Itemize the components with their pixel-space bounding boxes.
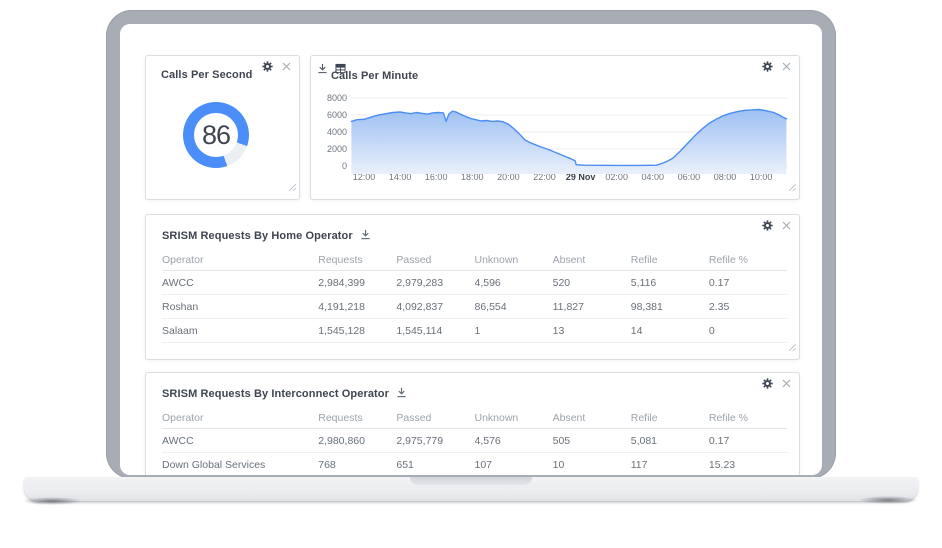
table-cell: 1,545,114 [396,324,443,337]
table-cell: 0 [708,324,715,337]
close-icon[interactable] [782,379,791,388]
widget-calls-per-minute: Calls Per Minute 8000 6000 4000 2000 0 12:00 1… [310,55,800,200]
column-header: Absent [552,411,586,424]
table-row: AWCC 2,984,399 2,979,283 4,596 520 5,116 0.17 [162,271,787,295]
download-icon[interactable] [360,227,371,245]
column-header: Refile [630,253,658,266]
table-title: SRISM Requests By Home Operator [162,230,353,242]
calls-per-second-gauge: 86 [183,102,249,168]
table-cell: 2,980,860 [318,434,365,447]
download-icon[interactable] [317,61,328,79]
column-header: Absent [552,253,586,266]
svg-text:2000: 2000 [327,144,347,154]
table-cell: 520 [552,276,571,289]
table-cell: AWCC [162,434,194,447]
column-header: Refile % [708,411,748,424]
calls-per-minute-chart: 8000600040002000012:00 14:00 16:00 18:00 20:… [327,94,788,182]
table-cell: 0.17 [708,434,730,447]
home-operator-table: Operator Requests Passed Unknown Absent Refil… [162,249,787,343]
laptop-screen-bezel: Calls Per Second 86 Calls Per Minute 800… [106,10,836,479]
resize-handle-icon[interactable] [787,338,797,356]
widget-title: Calls Per Second [161,69,253,81]
table-cell: 107 [474,458,493,471]
laptop-foot-shadow-right [858,496,918,504]
svg-text:4000: 4000 [327,127,347,137]
column-header: Requests [318,411,363,424]
svg-text:8000: 8000 [327,94,347,103]
table-cell: 768 [318,458,336,471]
table-row: Roshan 4,191,218 4,092,837 86,554 11,827 98,3… [162,295,787,319]
column-header: Refile % [708,253,748,266]
svg-text:0: 0 [342,161,347,171]
table-cell: 86,554 [474,300,507,313]
resize-handle-icon[interactable] [287,178,297,196]
column-header: Unknown [474,411,519,424]
table-cell: 4,191,218 [318,300,365,313]
table-cell: 2,979,283 [396,276,444,289]
table-cell: Roshan [162,300,199,313]
table-cell: 2,975,779 [396,434,444,447]
widget-calls-per-second: Calls Per Second 86 [145,55,300,200]
table-cell: 4,576 [474,434,501,447]
table-cell: 13 [552,324,565,337]
widget-home-operator-table: SRISM Requests By Home Operator Operator… [145,214,800,360]
page-background: Calls Per Second 86 Calls Per Minute 800… [0,0,942,548]
table-cell: Down Global Services [162,458,266,471]
table-cell: 14 [630,324,643,337]
table-cell: 98,381 [630,300,663,313]
gauge-value: 86 [201,119,231,150]
column-header: Operator [162,411,204,424]
column-header: Operator [162,253,204,266]
table-row: Down Global Services 768 651 107 10 117 15.23 [162,453,787,475]
close-icon[interactable] [782,62,791,71]
table-cell: 11,827 [552,300,584,313]
table-cell: 651 [396,458,414,471]
table-cell: 1 [474,324,481,337]
table-cell: 5,116 [630,276,657,289]
close-icon[interactable] [782,221,791,230]
svg-text:6000: 6000 [327,110,347,120]
table-cell: 4,596 [474,276,501,289]
gear-icon[interactable] [262,61,273,72]
download-icon[interactable] [396,385,407,403]
interconnect-operator-table: Operator Requests Passed Unknown Absent Refil… [162,407,787,475]
table-view-icon[interactable] [335,61,346,79]
table-cell: 4,092,837 [396,300,444,313]
column-header: Unknown [474,253,519,266]
laptop-base [24,477,918,501]
dashboard-screen: Calls Per Second 86 Calls Per Minute 800… [120,24,822,475]
close-icon[interactable] [282,62,291,71]
table-header-row: Operator Requests Passed Unknown Absent Refil… [162,249,787,271]
table-title: SRISM Requests By Interconnect Operator [162,388,390,400]
laptop-foot-shadow-left [22,497,82,505]
table-cell: 10 [552,458,565,471]
resize-handle-icon[interactable] [787,178,797,196]
column-header: Passed [396,253,432,266]
column-header: Passed [396,411,432,424]
gear-icon[interactable] [762,220,773,231]
column-header: Requests [318,253,363,266]
table-cell: AWCC [162,276,194,289]
table-cell: 2,984,399 [318,276,365,289]
table-cell: Salaam [162,324,198,337]
table-cell: 505 [552,434,571,447]
table-cell: 0.17 [708,276,730,289]
table-cell: 15.23 [708,458,736,471]
gear-icon[interactable] [762,378,773,389]
table-cell: 117 [630,458,648,471]
laptop-notch [410,477,532,485]
table-cell: 5,081 [630,434,658,447]
gear-icon[interactable] [762,61,773,72]
table-row: AWCC 2,980,860 2,975,779 4,576 505 5,081 0.17 [162,429,787,453]
table-cell: 2.35 [708,300,730,313]
table-row: Salaam 1,545,128 1,545,114 1 13 14 0 [162,319,787,343]
table-header-row: Operator Requests Passed Unknown Absent Refil… [162,407,787,429]
column-header: Refile [630,411,658,424]
table-cell: 1,545,128 [318,324,365,337]
widget-interconnect-operator-table: SRISM Requests By Interconnect Operator … [145,372,800,475]
